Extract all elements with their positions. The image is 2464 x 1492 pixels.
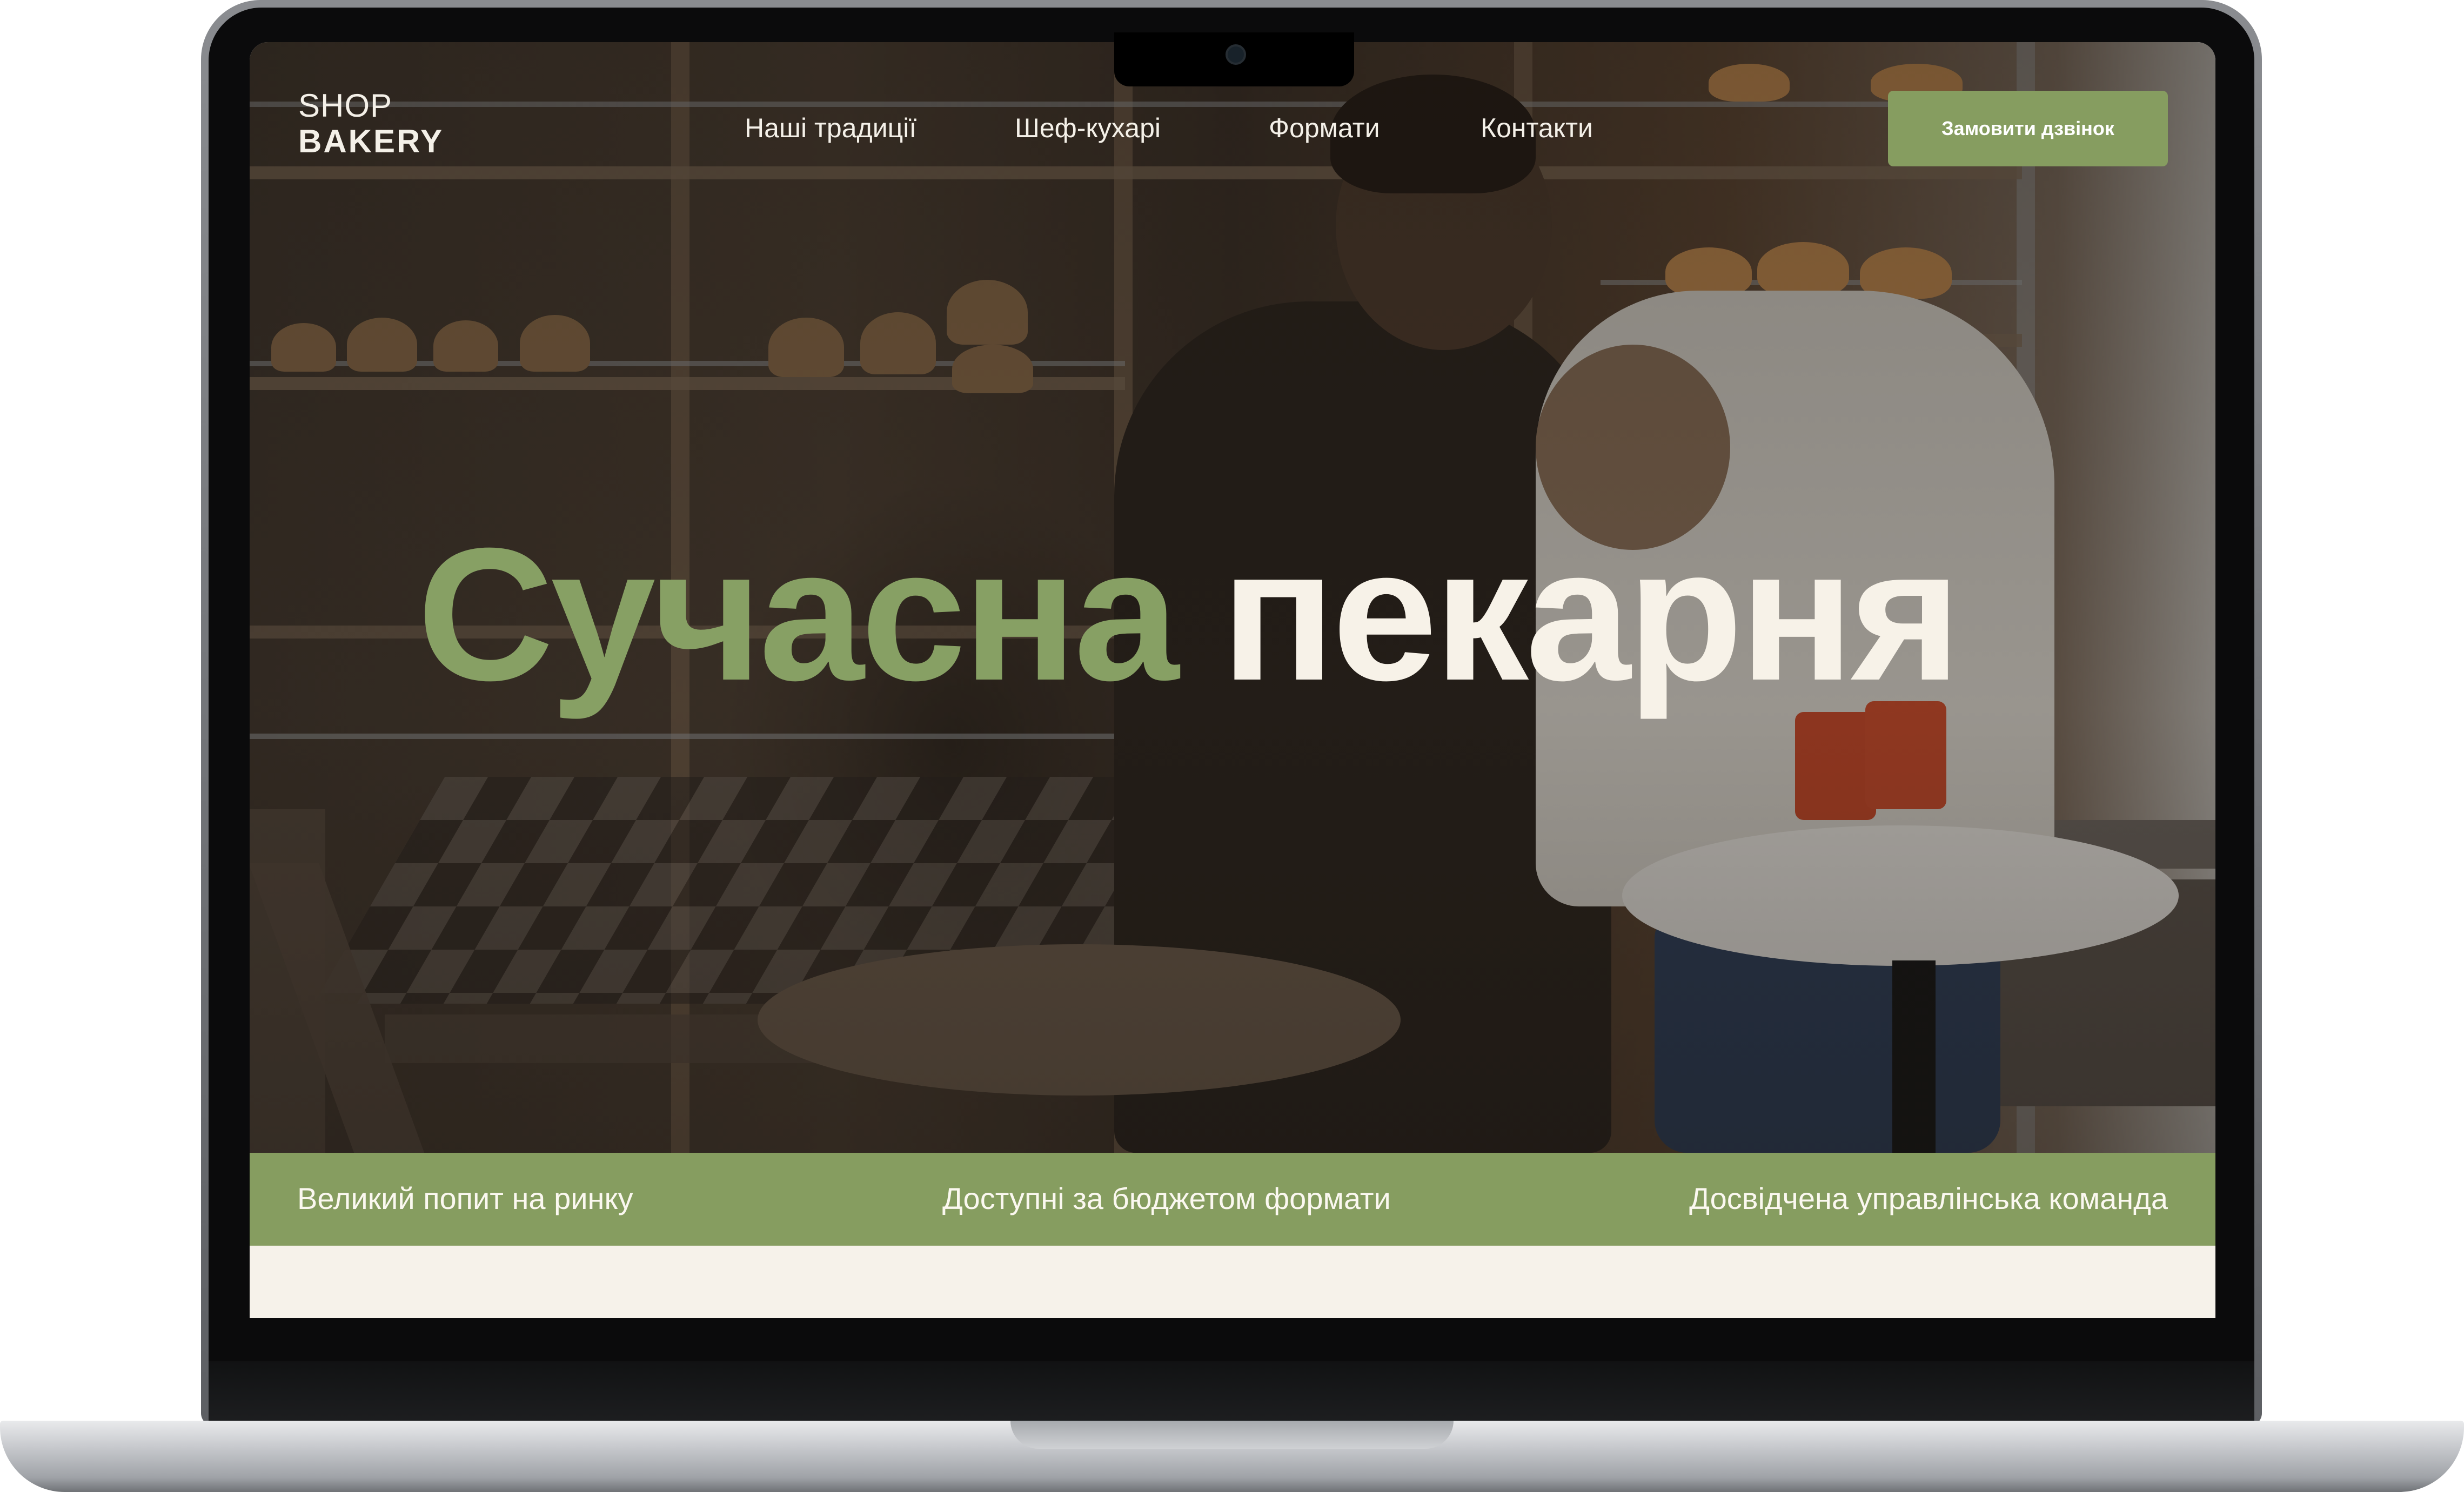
feature-budget-formats: Доступні за бюджетом формати: [942, 1181, 1391, 1215]
headline-word-bakery: пекарня: [1221, 509, 1961, 720]
website-screen: SHOP BAKERY Наші традиції Шеф-кухарі Фор…: [250, 42, 2215, 1318]
order-call-button[interactable]: Замовити дзвінок: [1888, 91, 2168, 166]
nav-link-chefs[interactable]: Шеф-кухарі: [1015, 112, 1161, 144]
logo-bottom-text: BAKERY: [298, 123, 444, 159]
nav-link-traditions[interactable]: Наші традиції: [745, 112, 916, 144]
laptop-base-notch: [1010, 1421, 1454, 1449]
shop-bakery-logo[interactable]: SHOP BAKERY: [298, 89, 444, 160]
feature-management-team: Досвідчена управлінська команда: [1689, 1181, 2168, 1215]
laptop-chin: [209, 1361, 2254, 1423]
nav-link-formats[interactable]: Формати: [1269, 112, 1380, 144]
features-strip: Великий попит на ринку Доступні за бюдже…: [250, 1153, 2215, 1246]
next-section-edge: [250, 1246, 2215, 1318]
logo-top-text: SHOP: [298, 88, 393, 124]
nav-link-contacts[interactable]: Контакти: [1481, 112, 1593, 144]
camera-icon: [1226, 44, 1246, 65]
hero-headline: Сучасна пекарня: [417, 507, 1961, 723]
headline-word-modern: Сучасна: [417, 509, 1179, 720]
feature-market-demand: Великий попит на ринку: [297, 1181, 633, 1215]
